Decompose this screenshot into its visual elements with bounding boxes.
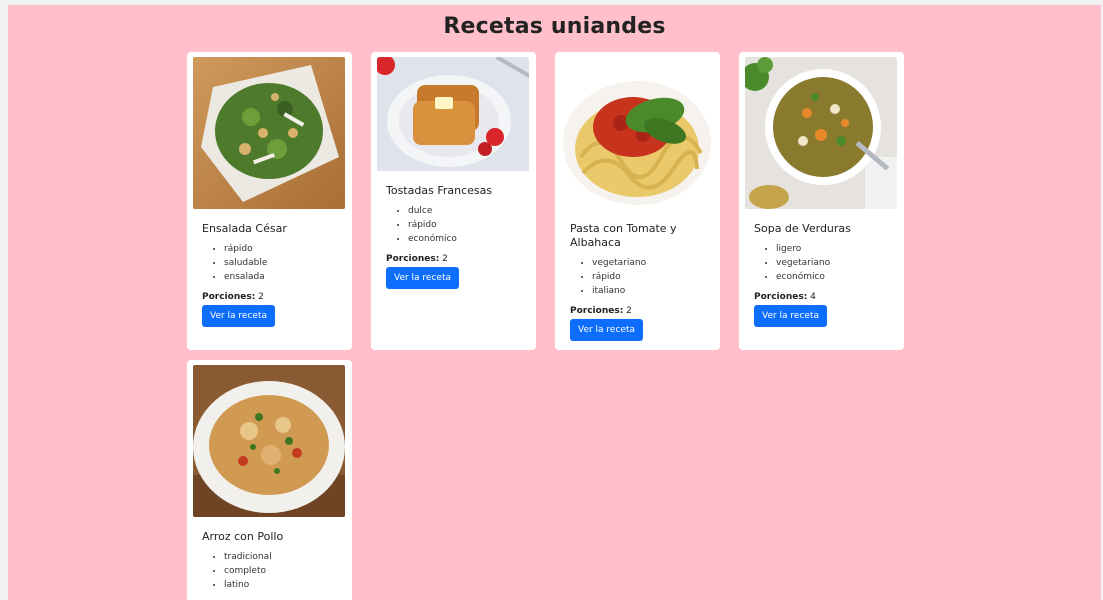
recipe-image-tostadas-francesas [377,57,529,171]
recipe-tag: dulce [408,204,528,218]
recipe-tag: vegetariano [776,256,896,270]
recipe-tag: vegetariano [592,256,712,270]
recipe-portions: Porciones: 2 [386,254,528,265]
recipe-image-arroz [193,365,345,517]
recipe-card-pasta-tomate-albahaca: Pasta con Tomate y Albahaca vegetariano … [555,52,720,350]
portions-value: 2 [258,292,264,302]
portions-label: Porciones: [386,254,440,264]
page-background: Recetas uniandes Ensalada César • rápido… [8,5,1101,600]
recipe-tag: rápido [224,242,344,256]
view-recipe-button[interactable]: Ver la receta [202,305,276,327]
recipe-tag: tradicional [224,550,344,564]
view-recipe-button[interactable]: Ver la receta [570,319,644,341]
recipe-tags: vegetariano rápido italiano [570,256,712,298]
recipe-tag: italiano [592,284,712,298]
recipe-tag: latino [224,578,344,592]
recipe-title: Arroz con Pollo [202,530,284,543]
recipe-tag: completo [224,564,344,578]
recipe-portions: Porciones: 2 [202,292,344,303]
portions-value: 4 [810,292,816,302]
recipe-card-tostadas-francesas: Tostadas Francesas dulce rápido económic… [371,52,536,350]
recipe-tag: ensalada [224,270,344,284]
portions-label: Porciones: [754,292,808,302]
recipe-tags: dulce rápido económico [386,204,528,246]
portions-label: Porciones: [570,306,624,316]
recipe-tag: ligero [776,242,896,256]
recipe-image-sopa [745,57,897,209]
recipe-tags: ligero vegetariano económico [754,242,896,284]
portions-value: 2 [442,254,448,264]
recipe-tag: económico [408,232,528,246]
recipe-title: Ensalada César [202,222,287,235]
recipe-card-sopa-de-verduras: Sopa de Verduras ligero vegetariano econ… [739,52,904,350]
recipe-portions: Porciones: 4 [754,292,896,303]
view-recipe-button[interactable]: Ver la receta [754,305,828,327]
portions-value: 2 [626,306,632,316]
recipe-card-ensalada-cesar: Ensalada César rápido saludable ensalada… [187,52,352,350]
recipe-card-arroz-con-pollo: Arroz con Pollo tradicional completo lat… [187,360,352,600]
recipe-title: Pasta con Tomate y Albahaca [570,222,677,249]
recipe-tag: económico [776,270,896,284]
view-recipe-button[interactable]: Ver la receta [386,267,460,289]
recipe-image-pasta [561,57,713,209]
recipe-title: Sopa de Verduras [754,222,851,235]
recipe-tag: saludable [224,256,344,270]
recipe-image-ensalada-cesar [193,57,345,209]
recipe-portions: Porciones: 2 [570,306,712,317]
portions-label: Porciones: [202,292,256,302]
recipe-tags: rápido saludable ensalada [202,242,344,284]
page-title: Recetas uniandes [443,14,666,39]
recipe-tag: rápido [592,270,712,284]
recipe-tag: rápido [408,218,528,232]
recipe-title: Tostadas Francesas [386,184,493,197]
recipe-tags: tradicional completo latino [202,550,344,592]
